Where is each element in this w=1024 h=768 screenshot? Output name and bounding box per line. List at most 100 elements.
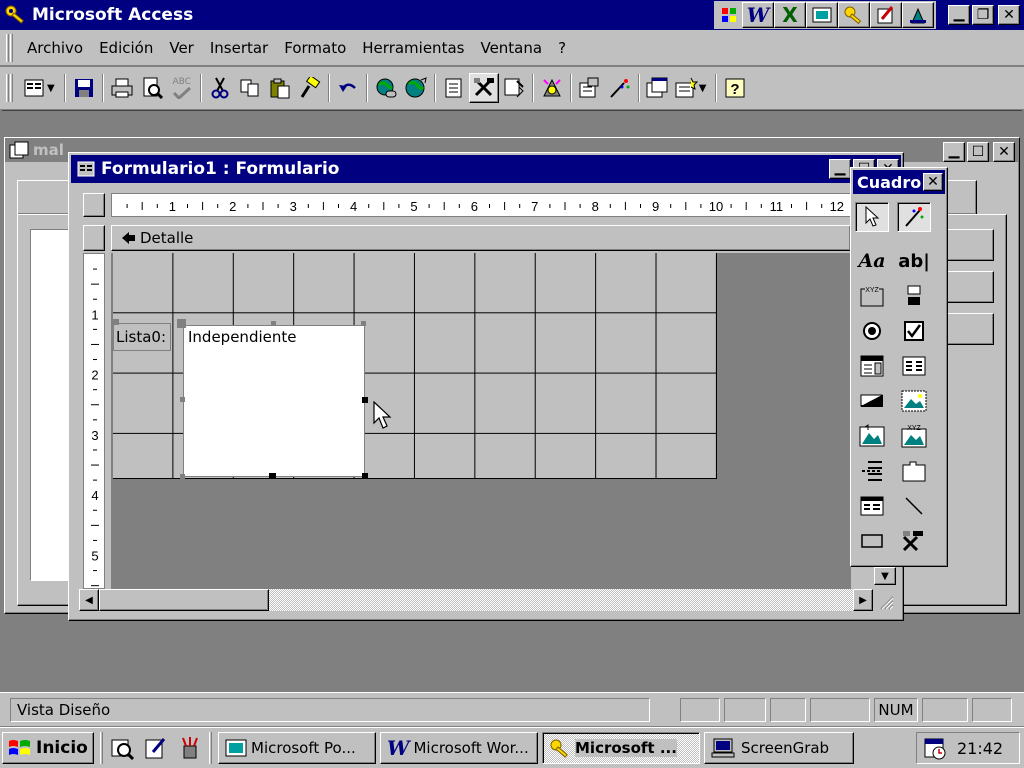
toggle-button-tool[interactable]: [897, 281, 931, 311]
handle-bottom-right[interactable]: [362, 473, 368, 479]
word-shortcut-icon[interactable]: W: [742, 2, 774, 28]
paste-icon[interactable]: [265, 73, 295, 103]
option-group-tool[interactable]: XYZ: [855, 281, 889, 311]
web-toolbar-icon[interactable]: [401, 73, 431, 103]
handle-mid-left[interactable]: [180, 397, 185, 402]
more-controls-tool[interactable]: [897, 526, 931, 556]
section-selector[interactable]: [83, 225, 105, 251]
cut-icon[interactable]: [205, 73, 235, 103]
copy-icon[interactable]: [235, 73, 265, 103]
rectangle-tool[interactable]: [855, 526, 889, 556]
tools-quicklaunch-icon[interactable]: [175, 733, 205, 763]
handle-top-right[interactable]: [361, 321, 366, 326]
binder-shortcut-icon[interactable]: [902, 2, 934, 28]
menu-help[interactable]: ?: [558, 39, 566, 57]
handle-bottom-middle[interactable]: [269, 473, 276, 478]
control-wizards-tool[interactable]: [897, 202, 931, 232]
toolbox-window[interactable]: Cuadro ✕ Aa ab| XYZ XYZ: [850, 167, 948, 567]
label-move-handle[interactable]: [113, 319, 119, 325]
start-button[interactable]: Inicio: [2, 732, 94, 764]
db-close-button[interactable]: ✕: [993, 142, 1015, 162]
option-button-tool[interactable]: [855, 316, 889, 346]
list-move-handle[interactable]: [177, 319, 186, 328]
toolbox-title-bar[interactable]: Cuadro ✕: [853, 170, 945, 194]
menu-formato[interactable]: Formato: [284, 39, 346, 57]
menu-ventana[interactable]: Ventana: [480, 39, 542, 57]
design-canvas[interactable]: Lista0: Independiente: [111, 253, 851, 589]
list-label[interactable]: Lista0:: [113, 323, 171, 351]
tab-control-tool[interactable]: [897, 456, 931, 486]
edit-quicklaunch-icon[interactable]: [141, 733, 171, 763]
build-icon[interactable]: [605, 73, 635, 103]
menu-edicion[interactable]: Edición: [99, 39, 153, 57]
menu-herramientas[interactable]: Herramientas: [362, 39, 464, 57]
hscroll-left-button[interactable]: ◀: [79, 589, 99, 611]
restore-button[interactable]: ❐: [972, 5, 994, 25]
check-box-tool[interactable]: [897, 316, 931, 346]
powerpoint-shortcut-icon[interactable]: [806, 2, 838, 28]
excel-shortcut-icon[interactable]: X: [774, 2, 806, 28]
access-shortcut-icon[interactable]: [838, 2, 870, 28]
list-box-tool[interactable]: [897, 351, 931, 381]
new-object-dropdown-icon[interactable]: ▼: [699, 83, 707, 94]
menu-grip[interactable]: [6, 33, 9, 62]
list-box-control[interactable]: Independiente: [183, 325, 365, 477]
select-objects-tool[interactable]: [855, 202, 889, 232]
form-window-title-bar[interactable]: Formulario1 : Formulario ▁ ☐ ✕: [71, 155, 901, 183]
print-icon[interactable]: [107, 73, 137, 103]
form-minimize-button[interactable]: ▁: [829, 159, 851, 179]
menu-grip-2[interactable]: [10, 33, 13, 62]
handle-bottom-left[interactable]: [180, 474, 185, 479]
new-object-icon[interactable]: [673, 73, 699, 103]
handle-top-middle[interactable]: [271, 321, 276, 326]
autoformat-icon[interactable]: [499, 73, 529, 103]
task-powerpoint[interactable]: Microsoft Po...: [218, 732, 376, 764]
undo-icon[interactable]: [333, 73, 363, 103]
properties-icon[interactable]: [575, 73, 605, 103]
print-preview-icon[interactable]: [137, 73, 167, 103]
image-tool[interactable]: [897, 386, 931, 416]
hscroll-right-button[interactable]: ▶: [853, 589, 873, 611]
bound-object-frame-tool[interactable]: XYZ: [897, 421, 931, 451]
db-maximize-button[interactable]: ☐: [967, 142, 989, 162]
field-list-icon[interactable]: [439, 73, 469, 103]
database-window-icon[interactable]: [643, 73, 673, 103]
close-button[interactable]: ✕: [998, 5, 1020, 25]
label-tool[interactable]: Aa: [855, 246, 889, 276]
hscroll-thumb[interactable]: [99, 589, 269, 611]
form-design-window[interactable]: Formulario1 : Formulario ▁ ☐ ✕ 123456789…: [68, 152, 904, 621]
size-grip-icon[interactable]: [875, 589, 895, 611]
db-minimize-button[interactable]: ▁: [943, 142, 965, 162]
save-icon[interactable]: [69, 73, 99, 103]
spelling-icon[interactable]: ABC: [167, 73, 197, 103]
page-break-tool[interactable]: [855, 456, 889, 486]
subform-tool[interactable]: [855, 491, 889, 521]
toolbar-grip[interactable]: [6, 74, 9, 102]
toolbar-grip-2[interactable]: [10, 74, 13, 102]
vertical-ruler[interactable]: 1 2 3 4 5: [83, 253, 105, 589]
scheduler-tray-icon[interactable]: [923, 736, 947, 760]
menu-archivo[interactable]: Archivo: [27, 39, 83, 57]
toolbox-close-button[interactable]: ✕: [923, 173, 943, 191]
tasks-grip[interactable]: [209, 732, 212, 764]
handle-mid-right[interactable]: [362, 397, 368, 403]
office-logo-icon[interactable]: [716, 0, 742, 30]
task-screengrab[interactable]: ScreenGrab: [704, 732, 854, 764]
horizontal-scrollbar[interactable]: ◀ ▶: [79, 589, 873, 611]
form-view-icon[interactable]: [21, 73, 47, 103]
app-title-bar[interactable]: Microsoft Access W X ▁ ❐ ✕: [0, 0, 1024, 30]
menu-ver[interactable]: Ver: [169, 39, 194, 57]
task-word[interactable]: W Microsoft Wor...: [380, 732, 538, 764]
quicklaunch-grip[interactable]: [100, 732, 103, 764]
line-tool[interactable]: [897, 491, 931, 521]
horizontal-ruler[interactable]: 1 2 3 4 5 6 7 8 9 10 11 12: [111, 193, 851, 217]
toolbox-toggle-icon[interactable]: [468, 73, 499, 103]
ruler-corner[interactable]: [83, 193, 105, 217]
code-icon[interactable]: [537, 73, 567, 103]
explorer-quicklaunch-icon[interactable]: [107, 733, 137, 763]
help-icon[interactable]: ?: [720, 73, 750, 103]
command-button-tool[interactable]: [855, 386, 889, 416]
text-box-tool[interactable]: ab|: [897, 246, 931, 276]
insert-hyperlink-icon[interactable]: [371, 73, 401, 103]
minimize-button[interactable]: ▁: [948, 5, 970, 25]
